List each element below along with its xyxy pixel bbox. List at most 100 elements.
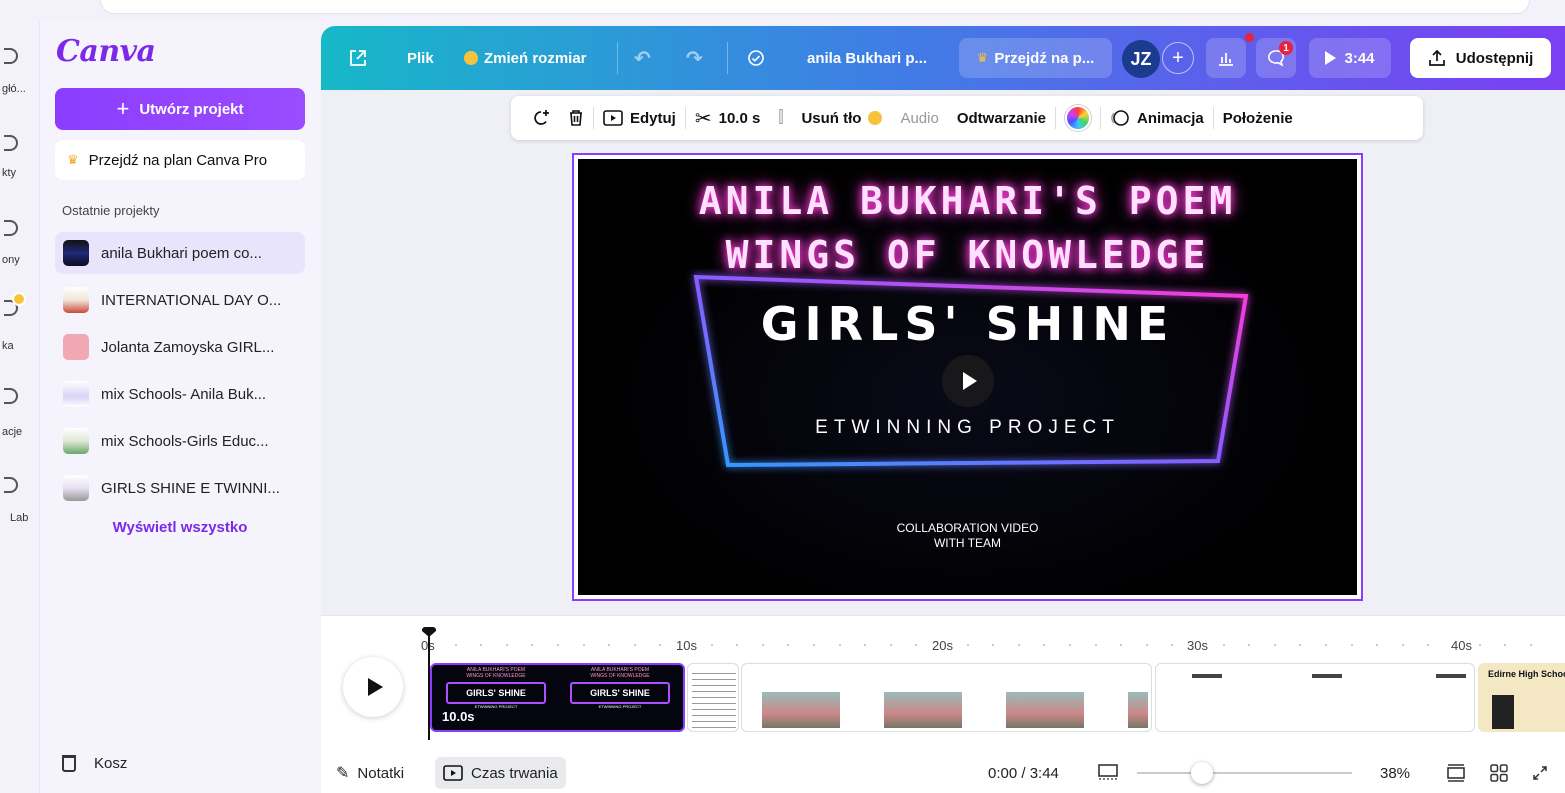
document-title[interactable]: anila Bukhari p... [807,26,927,90]
user-avatar[interactable]: JZ [1122,40,1160,78]
resize-button[interactable]: Zmień rozmiar [464,26,587,90]
zoom-level[interactable]: 38% [1380,757,1410,789]
timeline-tick: 10s [676,638,697,653]
timeline-minor-tick [1530,644,1532,646]
scissors-icon: ✂ [694,107,712,130]
project-thumbnail [63,240,89,266]
timeline-minor-tick [455,644,457,646]
recent-project-item[interactable]: anila Bukhari poem co... [55,232,305,274]
timeline-minor-tick [813,644,815,646]
share-button[interactable]: Udostępnij [1410,38,1551,78]
browser-top-strip [0,0,1565,22]
clip-sub: ETWINNING PROJECT [598,704,642,709]
timeline-clip[interactable]: Edirne High School- [1478,663,1565,732]
timeline-minor-tick [1427,644,1429,646]
invite-plus-icon[interactable]: + [1162,42,1194,74]
undo-icon[interactable]: ↶ [634,26,651,90]
audio-button[interactable]: Audio [891,96,947,140]
timeline-minor-tick [839,644,841,646]
recent-project-item[interactable]: mix Schools-Girls Educ... [55,420,305,462]
timeline-clip[interactable] [1155,663,1475,732]
cloud-saved-icon[interactable] [745,26,767,90]
trim-button[interactable]: ✂ 10.0 s [686,96,769,140]
upgrade-pro-button[interactable]: ♛ Przejdź na plan Canva Pro [55,140,305,180]
file-menu[interactable]: Plik [407,26,434,90]
comment-add-icon [534,110,549,125]
duration-label: Czas trwania [471,764,558,782]
animation-label: Animacja [1137,109,1204,127]
page-list-icon[interactable] [1446,757,1466,789]
recent-project-item[interactable]: Jolanta Zamoyska GIRL... [55,326,305,368]
playhead[interactable] [428,634,430,740]
timeline-minor-tick [634,644,636,646]
delete-button[interactable] [559,96,593,140]
clip-photo [1128,692,1148,728]
timeline-play-button[interactable] [343,657,403,717]
timeline-clip-selected[interactable]: ANILA BUKHARI'S POEM WINGS OF KNOWLEDGE … [430,663,685,732]
crown-icon: ♛ [976,50,989,65]
page-view-icon[interactable] [1097,757,1119,789]
timeline-minor-tick [1043,644,1045,646]
timeline-minor-tick [531,644,533,646]
project-title: anila Bukhari poem co... [101,244,262,262]
present-button[interactable]: 3:44 [1309,38,1391,78]
canva-logo[interactable]: Canva [56,34,156,69]
rail-item-label: ka [2,340,14,352]
notes-label: Notatki [357,764,405,782]
redo-icon[interactable]: ↷ [686,26,703,90]
clip-duration: 10.0s [442,709,475,724]
resize-label: Zmień rozmiar [484,49,587,67]
plus-icon: + [116,96,130,121]
timeline-minor-tick [1351,644,1353,646]
timeline-minor-tick [1402,644,1404,646]
recent-project-item[interactable]: GIRLS SHINE E TWINNI... [55,467,305,509]
timeline-minor-tick [1171,644,1173,646]
video-element[interactable]: ANILA BUKHARI'S POEM WINGS OF KNOWLEDGE … [578,159,1357,595]
animate-button[interactable]: Animacja [1101,96,1213,140]
timeline-minor-tick [762,644,764,646]
zoom-slider-track[interactable] [1137,772,1352,774]
trash-icon [570,110,582,126]
video-play-button[interactable] [942,355,994,407]
duration-button[interactable]: Czas trwania [435,757,566,789]
view-all-link[interactable]: Wyświetl wszystko [55,519,305,536]
rail-item-label: acje [2,426,23,438]
playback-button[interactable]: Odtwarzanie [948,96,1055,140]
clip-headline: GIRLS' SHINE [570,682,670,704]
color-button[interactable] [1056,96,1100,140]
grid-view-icon[interactable] [1490,757,1508,789]
recent-projects-title: Ostatnie projekty [62,203,160,218]
add-comment-button[interactable] [523,96,559,140]
back-home-button[interactable] [348,26,368,90]
timeline-clip[interactable] [741,663,1152,732]
time-readout: 0:00 / 3:44 [988,764,1059,782]
rail-item-label: kty [2,167,17,179]
split-button[interactable]: ⫿ [769,96,792,140]
clip-text: Edirne High School- [1488,669,1565,679]
trash-button[interactable]: Kosz [62,755,127,772]
present-time: 3:44 [1344,49,1375,67]
crown-icon [868,111,883,125]
recent-project-item[interactable]: INTERNATIONAL DAY O... [55,279,305,321]
fullscreen-icon[interactable] [1532,757,1548,789]
timeline-minor-tick [1120,644,1122,646]
color-wheel-icon [1065,105,1092,131]
slide-subtitle: ETWINNING PROJECT [815,417,1120,438]
remove-background-button[interactable]: Usuń tło [792,96,891,140]
project-title: GIRLS SHINE E TWINNI... [101,479,280,497]
timeline-minor-tick [583,644,585,646]
timeline-clip[interactable] [687,663,739,732]
insights-button[interactable] [1206,38,1246,78]
create-project-button[interactable]: + Utwórz projekt [55,88,305,130]
play-icon [1325,51,1337,65]
zoom-slider-knob[interactable] [1191,762,1213,784]
notes-button[interactable]: ✎ Notatki [336,757,404,789]
design-page[interactable]: ANILA BUKHARI'S POEM WINGS OF KNOWLEDGE … [572,153,1363,601]
collab-line-2: WITH TEAM [933,536,1002,550]
recent-project-item[interactable]: mix Schools- Anila Buk... [55,373,305,415]
position-button[interactable]: Położenie [1214,96,1302,140]
upgrade-button[interactable]: ♛ Przejdź na p... [959,38,1112,78]
rail-item-label: głó... [2,83,26,95]
project-title: mix Schools-Girls Educ... [101,432,269,450]
edit-video-button[interactable]: Edytuj [594,96,685,140]
